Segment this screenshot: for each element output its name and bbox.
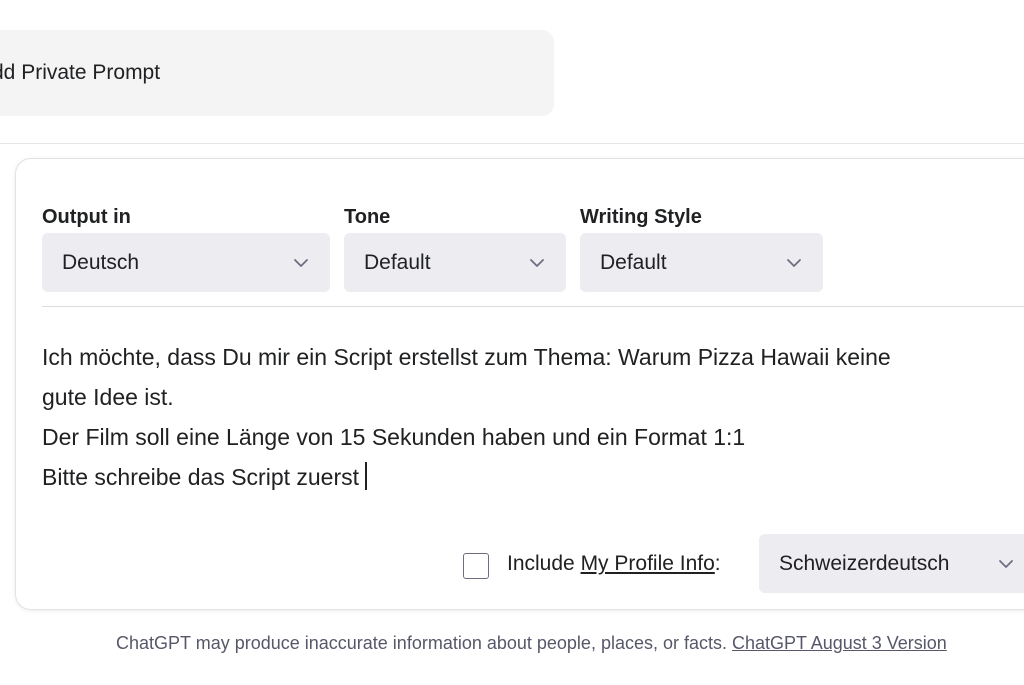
profile-select-value: Schweizerdeutsch bbox=[779, 551, 950, 575]
include-profile-suffix: : bbox=[714, 552, 721, 575]
settings-divider bbox=[42, 306, 1024, 307]
writing-style-label: Writing Style bbox=[580, 206, 702, 228]
tone-select[interactable]: Default bbox=[344, 233, 566, 292]
add-private-prompt-button[interactable]: dd Private Prompt bbox=[0, 30, 554, 116]
prompt-line-last: Bitte schreibe das Script zuerst bbox=[42, 457, 1024, 497]
tone-label: Tone bbox=[344, 206, 391, 228]
footer-disclaimer: ChatGPT may produce inaccurate informati… bbox=[116, 633, 947, 654]
include-profile-prefix: Include bbox=[507, 552, 581, 575]
tone-value: Default bbox=[364, 250, 431, 274]
prompt-line-text: Bitte schreibe das Script zuerst bbox=[42, 464, 360, 490]
top-divider bbox=[0, 143, 1024, 144]
prompt-line: gute Idee ist. bbox=[42, 384, 174, 410]
add-private-prompt-label: dd Private Prompt bbox=[0, 61, 161, 84]
text-caret bbox=[365, 462, 368, 490]
my-profile-info-link[interactable]: My Profile Info bbox=[581, 552, 715, 575]
output-language-label: Output in bbox=[42, 206, 131, 228]
chevron-down-icon bbox=[530, 258, 544, 267]
prompt-textarea[interactable]: Ich möchte, dass Du mir ein Script erste… bbox=[42, 337, 1024, 497]
chevron-down-icon bbox=[294, 258, 308, 267]
writing-style-value: Default bbox=[600, 250, 667, 274]
writing-style-select[interactable]: Default bbox=[580, 233, 823, 292]
prompt-line: Der Film soll eine Länge von 15 Sekunden… bbox=[42, 424, 746, 450]
output-language-select[interactable]: Deutsch bbox=[42, 233, 330, 292]
version-link[interactable]: ChatGPT August 3 Version bbox=[732, 633, 947, 653]
chevron-down-icon bbox=[999, 560, 1013, 568]
include-profile-checkbox[interactable] bbox=[463, 553, 489, 579]
profile-select[interactable]: Schweizerdeutsch bbox=[759, 534, 1024, 593]
prompt-composer-page: dd Private Prompt Output in Deutsch Tone… bbox=[0, 0, 1024, 685]
footer-disclaimer-text: ChatGPT may produce inaccurate informati… bbox=[116, 633, 732, 653]
chevron-down-icon bbox=[787, 258, 801, 267]
prompt-line: Ich möchte, dass Du mir ein Script erste… bbox=[42, 344, 891, 370]
output-language-value: Deutsch bbox=[62, 250, 140, 274]
include-profile-label: Include My Profile Info: bbox=[507, 552, 721, 576]
